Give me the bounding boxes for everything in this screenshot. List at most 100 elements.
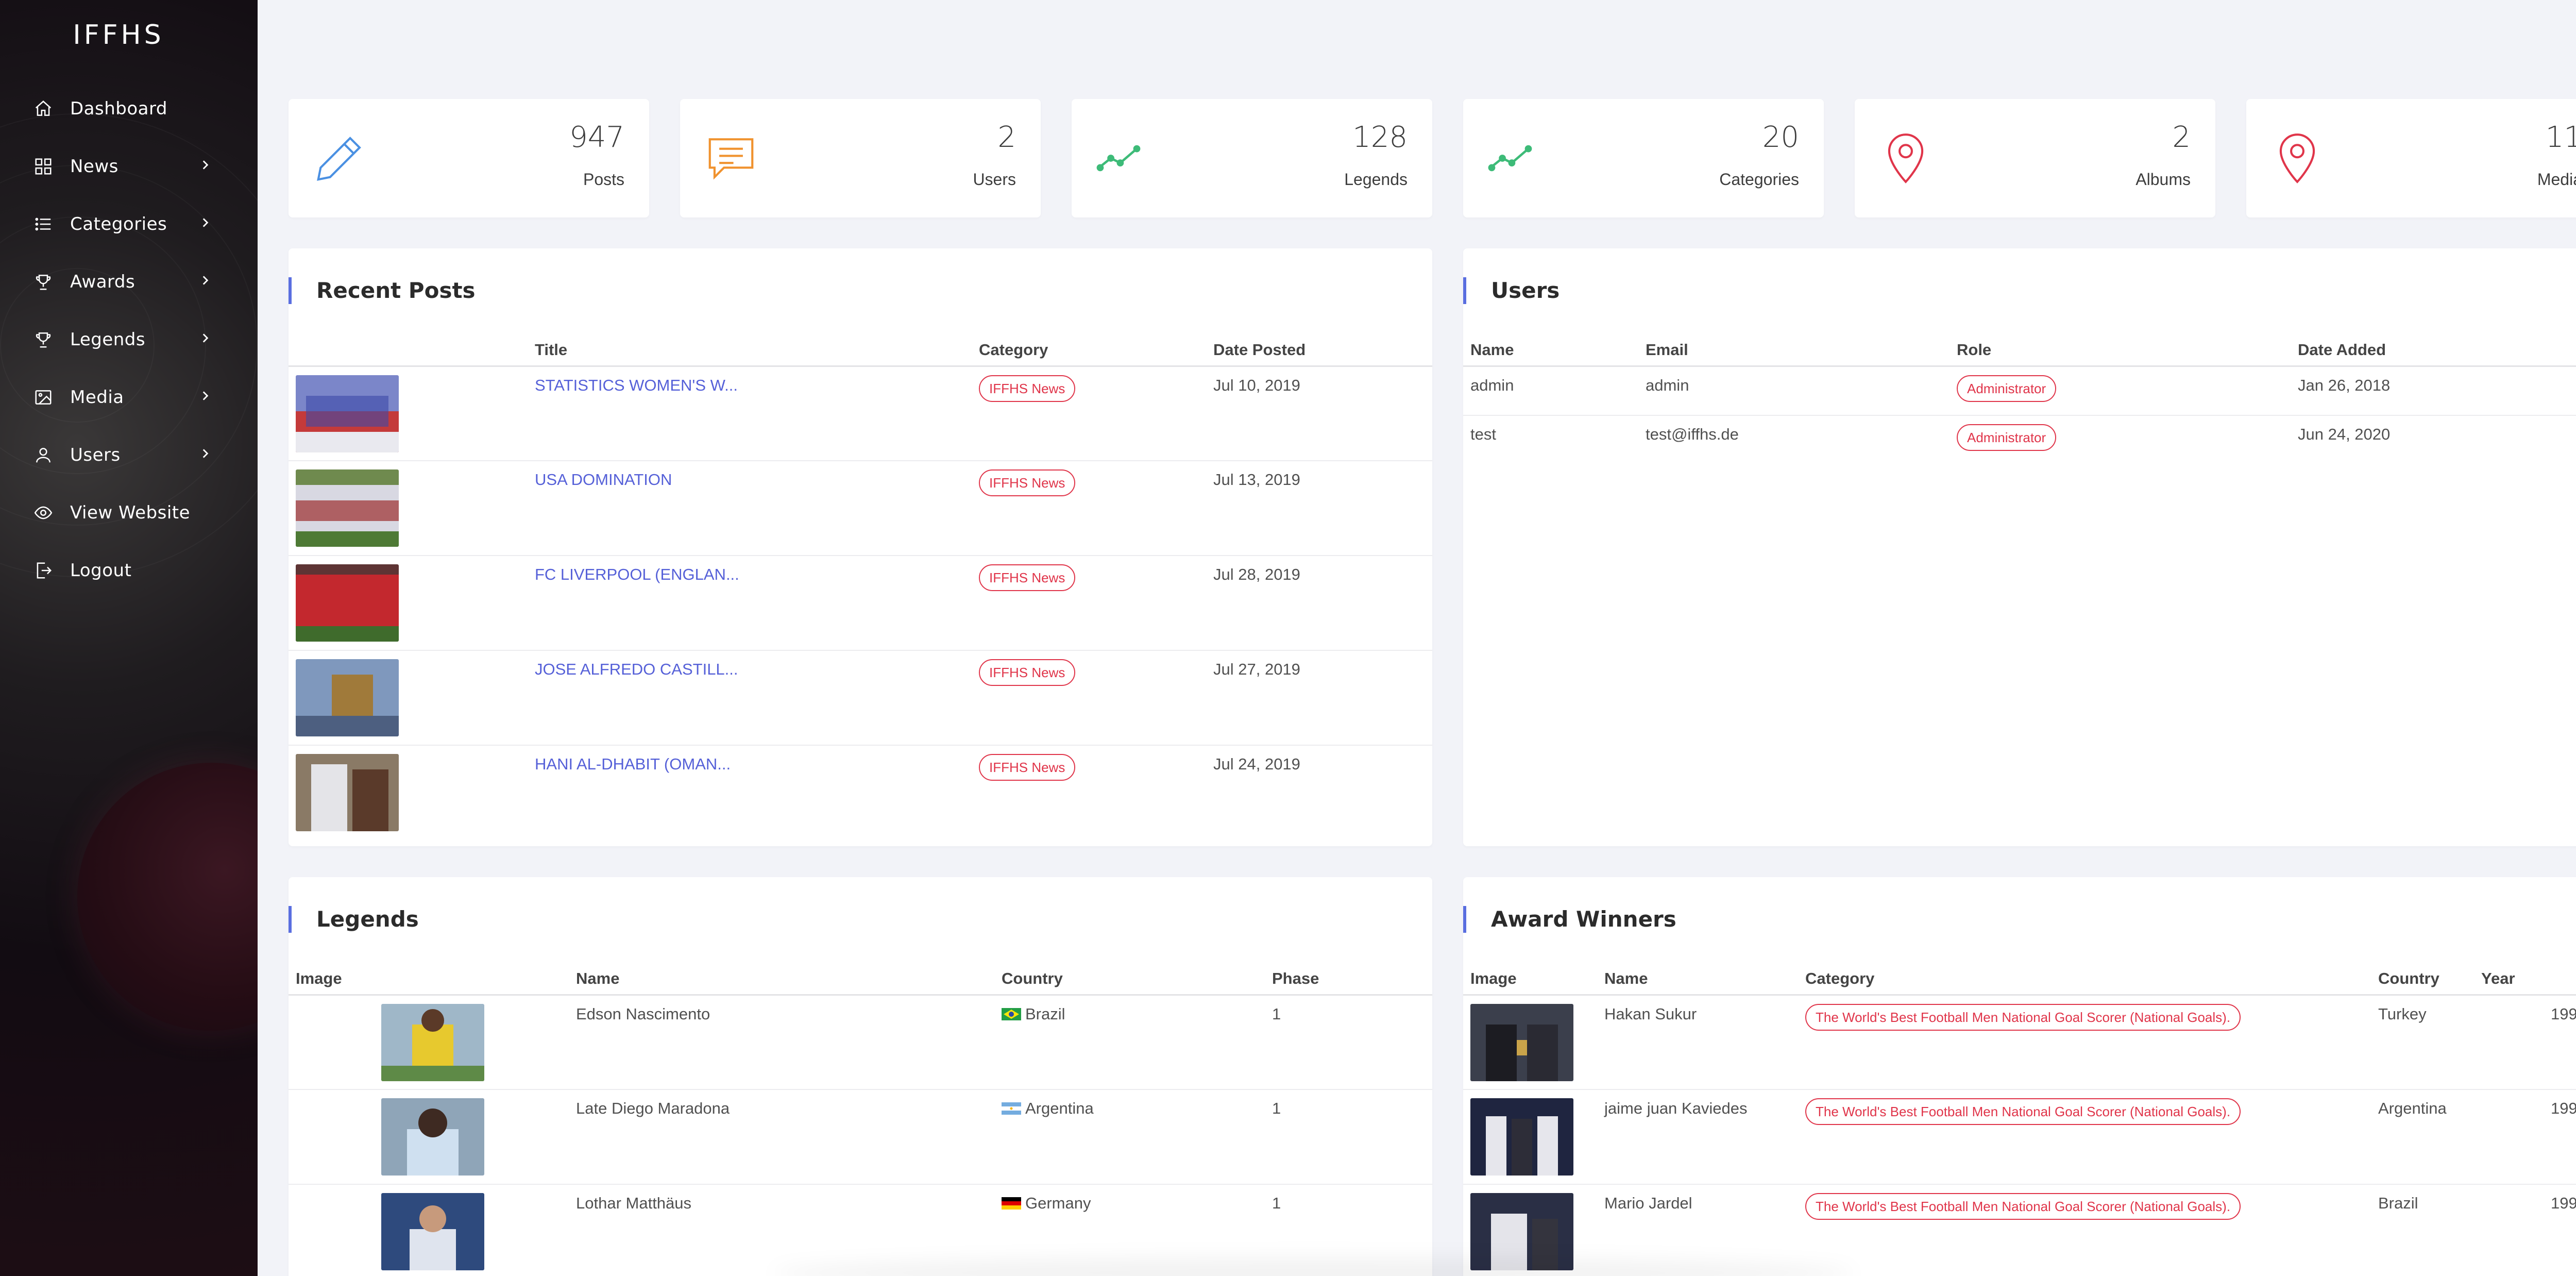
date-posted: Jul 27, 2019 bbox=[1213, 650, 1432, 746]
table-row[interactable]: HANI AL-DHABIT (OMAN... IFFHS News Jul 2… bbox=[289, 745, 1432, 840]
sidebar-item-label: Logout bbox=[70, 560, 132, 581]
column-header-name[interactable]: Name bbox=[1604, 953, 1805, 996]
stat-card-users[interactable]: 2 Users bbox=[680, 99, 1041, 217]
sidebar-item-label: Dashboard bbox=[70, 98, 167, 119]
table-row[interactable]: STATISTICS WOMEN'S W... IFFHS News Jul 1… bbox=[289, 366, 1432, 461]
table-header-row: Title Category Date Posted bbox=[289, 325, 1432, 367]
country-name: Argentina bbox=[1025, 1099, 1094, 1117]
column-header-date-posted[interactable]: Date Posted bbox=[1213, 325, 1432, 367]
column-header-phase[interactable]: Phase bbox=[1272, 953, 1432, 996]
stat-card-media[interactable]: 11 Media bbox=[2246, 99, 2576, 217]
recent-posts-panel: Recent Posts Title Category Date Posted … bbox=[289, 248, 1432, 846]
legends-panel: Legends Image Name Country Phase Edson N… bbox=[289, 877, 1432, 1276]
award-winner-photo[interactable] bbox=[1470, 1003, 1573, 1081]
award-category-badge: The World's Best Football Men National G… bbox=[1805, 1193, 2241, 1220]
column-header-name[interactable]: Name bbox=[576, 953, 1002, 996]
flag-argentina-icon bbox=[1002, 1102, 1021, 1115]
post-title-link[interactable]: HANI AL-DHABIT (OMAN... bbox=[535, 755, 731, 773]
award-winner-photo[interactable] bbox=[1470, 1098, 1573, 1176]
post-title-link[interactable]: JOSE ALFREDO CASTILL... bbox=[535, 660, 738, 678]
sidebar-item-legends[interactable]: Legends bbox=[0, 311, 258, 368]
date-posted: Jul 28, 2019 bbox=[1213, 556, 1432, 651]
column-header-image bbox=[289, 325, 535, 367]
stat-label: Posts bbox=[583, 170, 624, 189]
trend-icon bbox=[1486, 130, 1543, 187]
chevron-right-icon bbox=[198, 447, 214, 462]
post-thumbnail[interactable] bbox=[296, 754, 399, 831]
eye-icon bbox=[33, 502, 54, 523]
brand-logo[interactable]: IFFHS bbox=[0, 20, 237, 51]
legend-photo[interactable] bbox=[381, 1003, 484, 1081]
category-badge: IFFHS News bbox=[979, 375, 1076, 402]
post-title-link[interactable]: STATISTICS WOMEN'S W... bbox=[535, 376, 738, 394]
stat-label: Categories bbox=[1719, 170, 1799, 189]
legend-country: Brazil bbox=[1002, 995, 1272, 1090]
legend-name: Edson Nascimento bbox=[576, 995, 1002, 1090]
column-header-date-added[interactable]: Date Added bbox=[2298, 325, 2576, 367]
table-header-row: Name Email Role Date Added bbox=[1463, 325, 2576, 367]
table-row[interactable]: admin admin Administrator Jan 26, 2018 bbox=[1463, 366, 2576, 416]
role-badge: Administrator bbox=[1957, 424, 2057, 451]
stat-card-categories[interactable]: 20 Categories bbox=[1463, 99, 1824, 217]
post-title-link[interactable]: FC LIVERPOOL (ENGLAN... bbox=[535, 565, 739, 583]
post-thumbnail[interactable] bbox=[296, 375, 399, 452]
column-header-country[interactable]: Country bbox=[2378, 953, 2481, 996]
grid-icon bbox=[33, 156, 54, 177]
column-header-role[interactable]: Role bbox=[1957, 325, 2298, 367]
user-email: admin bbox=[1646, 366, 1957, 416]
stat-card-posts[interactable]: 947 Posts bbox=[289, 99, 649, 217]
user-email: test@iffhs.de bbox=[1646, 425, 1739, 443]
legend-photo[interactable] bbox=[381, 1193, 484, 1270]
sidebar-item-label: Legends bbox=[70, 329, 146, 350]
table-row[interactable]: Edson Nascimento Brazil 1 bbox=[289, 995, 1432, 1090]
table-row[interactable]: test test@iffhs.de Administrator Jun 24,… bbox=[1463, 415, 2576, 465]
table-header-row: Image Name Country Phase bbox=[289, 953, 1432, 996]
stat-label: Legends bbox=[1344, 170, 1408, 189]
sidebar-item-dashboard[interactable]: Dashboard bbox=[0, 80, 258, 138]
column-header-year[interactable]: Year bbox=[2481, 953, 2576, 996]
legend-phase: 1 bbox=[1272, 995, 1432, 1090]
post-thumbnail[interactable] bbox=[296, 564, 399, 642]
stat-card-albums[interactable]: 2 Albums bbox=[1855, 99, 2215, 217]
column-header-image: Image bbox=[289, 953, 576, 996]
table-row[interactable]: JOSE ALFREDO CASTILL... IFFHS News Jul 2… bbox=[289, 650, 1432, 746]
table-row[interactable]: Late Diego Maradona Argentina 1 bbox=[289, 1089, 1432, 1185]
table-row[interactable]: FC LIVERPOOL (ENGLAN... IFFHS News Jul 2… bbox=[289, 556, 1432, 651]
column-header-category[interactable]: Category bbox=[1805, 953, 2378, 996]
sidebar-item-logout[interactable]: Logout bbox=[0, 542, 258, 599]
sidebar-item-media[interactable]: Media bbox=[0, 368, 258, 426]
column-header-email[interactable]: Email bbox=[1646, 325, 1957, 367]
user-name: admin bbox=[1463, 366, 1646, 416]
sidebar-item-view-website[interactable]: View Website bbox=[0, 484, 258, 542]
column-header-category[interactable]: Category bbox=[979, 325, 1213, 367]
sidebar-item-news[interactable]: News bbox=[0, 138, 258, 195]
sidebar-item-categories[interactable]: Categories bbox=[0, 195, 258, 253]
role-badge: Administrator bbox=[1957, 375, 2057, 402]
panel-title: Recent Posts bbox=[289, 277, 476, 304]
post-thumbnail[interactable] bbox=[296, 469, 399, 547]
table-row[interactable]: Hakan Sukur The World's Best Football Me… bbox=[1463, 995, 2576, 1090]
users-table: Name Email Role Date Added admin admin A… bbox=[1463, 325, 2576, 465]
chevron-right-icon bbox=[198, 216, 214, 231]
sidebar-item-users[interactable]: Users bbox=[0, 426, 258, 484]
table-row[interactable]: USA DOMINATION IFFHS News Jul 13, 2019 bbox=[289, 461, 1432, 556]
sidebar-item-awards[interactable]: Awards bbox=[0, 253, 258, 311]
column-header-image: Image bbox=[1463, 953, 1604, 996]
chevron-right-icon bbox=[198, 331, 214, 347]
chevron-right-icon bbox=[198, 158, 214, 174]
trend-icon bbox=[1094, 130, 1151, 187]
column-header-country[interactable]: Country bbox=[1002, 953, 1272, 996]
award-year: 1998 bbox=[2481, 1089, 2576, 1185]
legend-photo[interactable] bbox=[381, 1098, 484, 1176]
panel-title: Users bbox=[1463, 277, 1560, 304]
stat-card-legends[interactable]: 128 Legends bbox=[1072, 99, 1432, 217]
post-title-link[interactable]: USA DOMINATION bbox=[535, 471, 672, 489]
home-icon bbox=[33, 98, 54, 119]
column-header-name[interactable]: Name bbox=[1463, 325, 1646, 367]
column-header-title[interactable]: Title bbox=[535, 325, 979, 367]
table-row[interactable]: jaime juan Kaviedes The World's Best Foo… bbox=[1463, 1089, 2576, 1185]
post-thumbnail[interactable] bbox=[296, 659, 399, 736]
map-pin-icon bbox=[2269, 130, 2326, 187]
stat-value: 11 bbox=[2545, 121, 2576, 154]
date-posted: Jul 24, 2019 bbox=[1213, 755, 1300, 773]
